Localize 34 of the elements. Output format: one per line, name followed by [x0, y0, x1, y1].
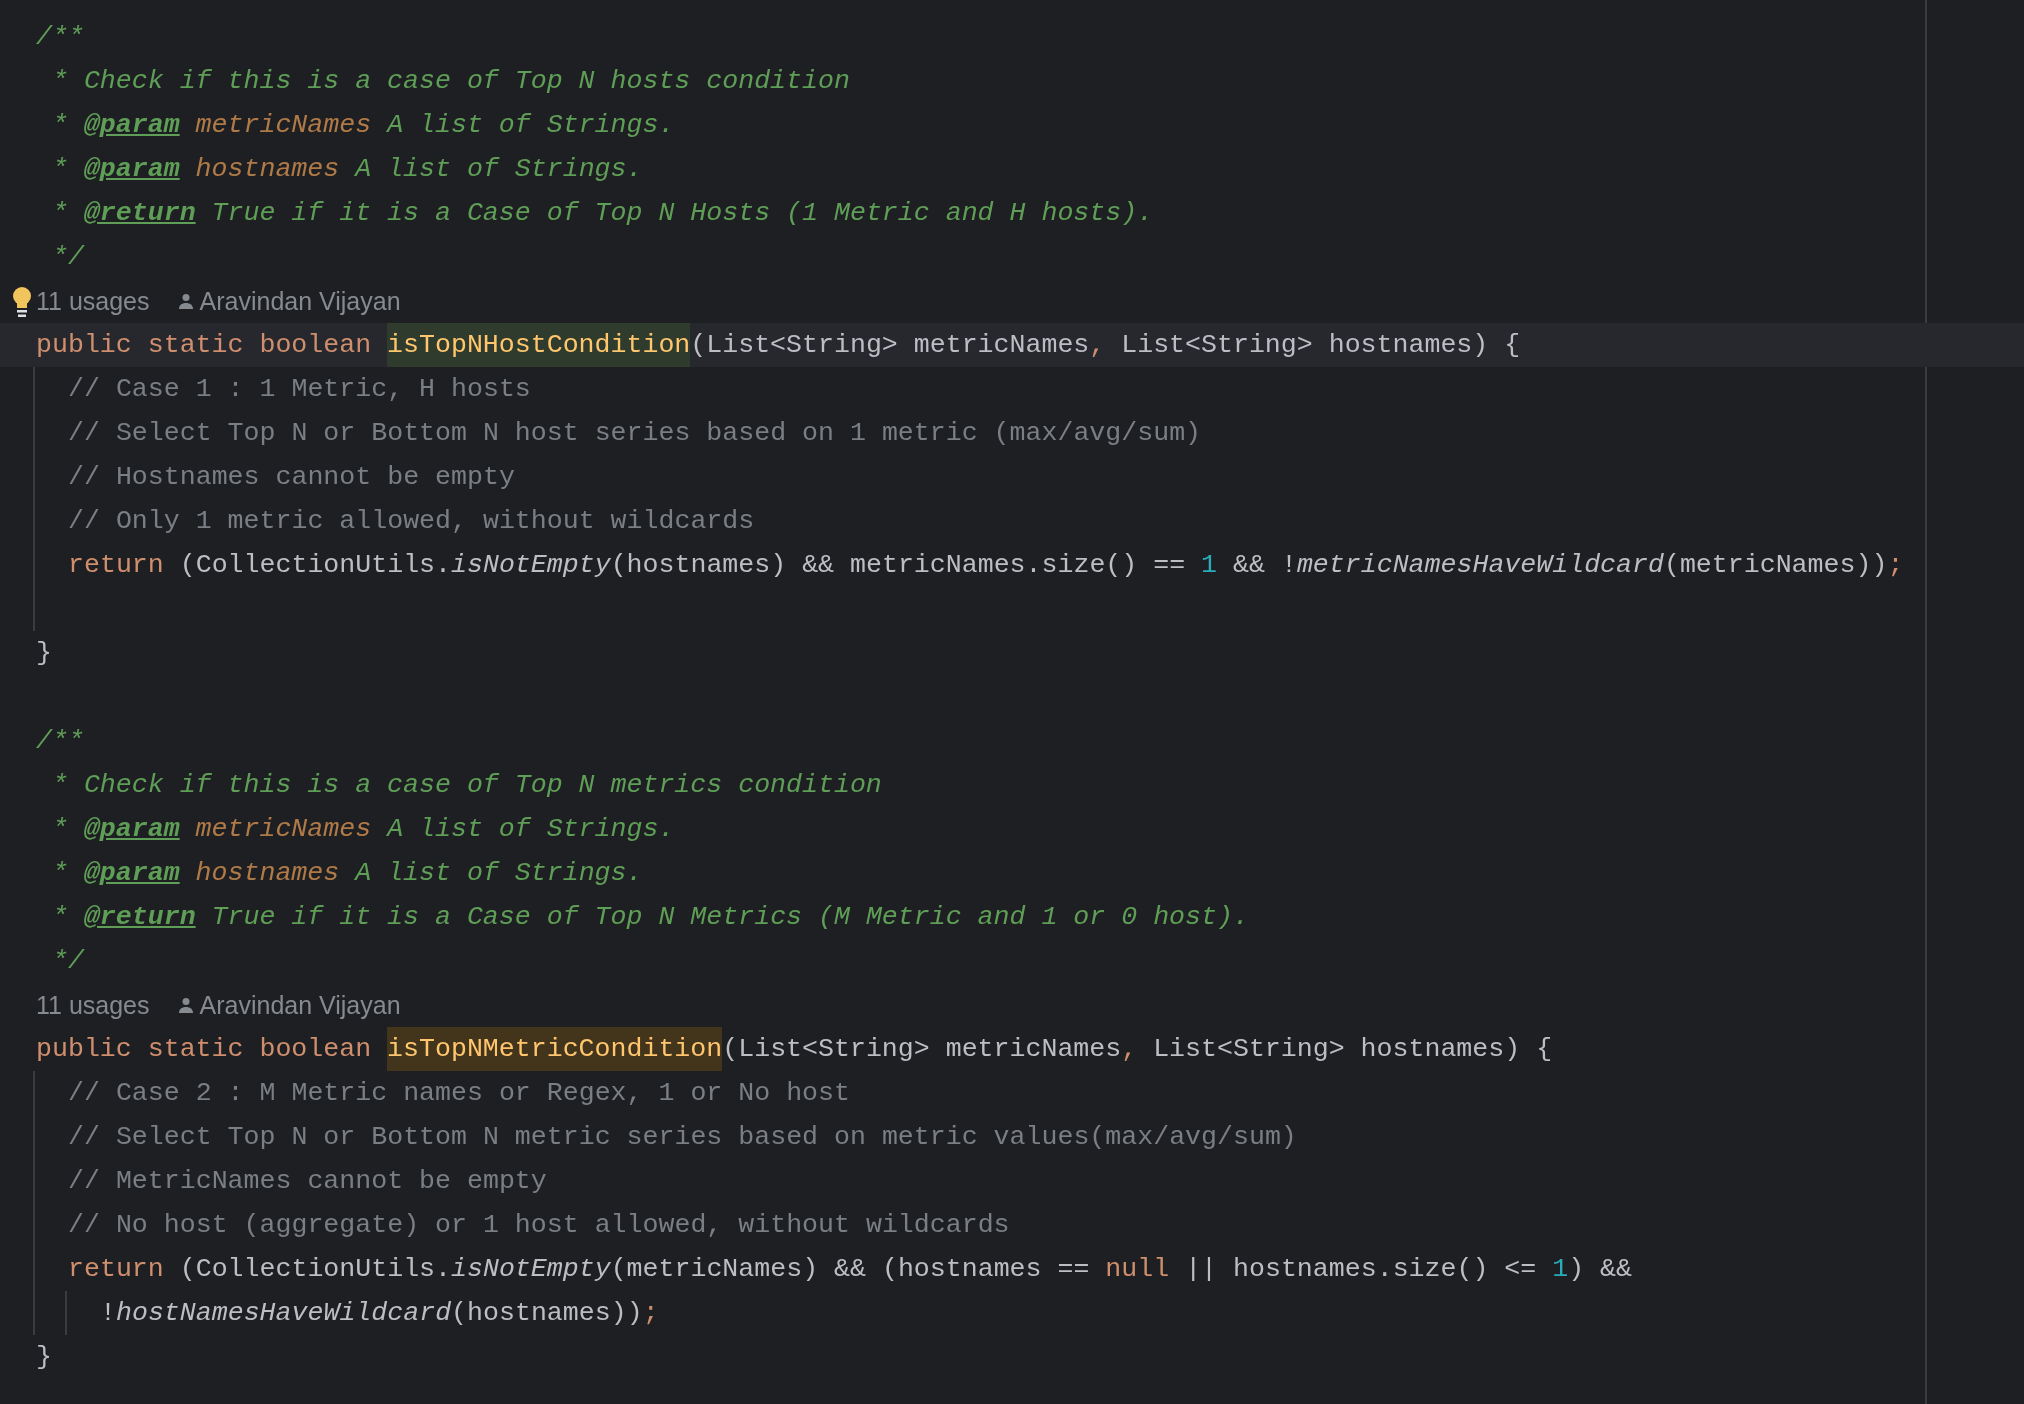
person-icon [177, 997, 194, 1013]
author-name: Aravindan Vijayan [199, 990, 401, 1020]
code-comment: * @param metricNames A list of Strings. [50, 109, 675, 142]
code-line: } [36, 637, 52, 670]
code-comment: // Only 1 metric allowed, without wildcards [68, 505, 755, 538]
code-line: } [36, 1341, 52, 1374]
code-line: return (CollectionUtils.isNotEmpty(metricNames) && (hostnames == null || hostnames.size() <= 1) && [68, 1253, 1633, 1286]
code-comment: * Check if this is a case of Top N hosts condition [50, 65, 850, 98]
code-comment: // Select Top N or Bottom N metric series based on metric values(max/avg/sum) [68, 1121, 1297, 1154]
code-comment: // Case 2 : M Metric names or Regex, 1 or No host [68, 1077, 850, 1110]
code-comment: */ [50, 945, 84, 978]
lightbulb-icon[interactable] [11, 286, 33, 318]
code-comment: * @return True if it is a Case of Top N Metrics (M Metric and 1 or 0 host). [50, 901, 1249, 934]
person-icon [177, 293, 194, 309]
code-comment: * @param hostnames A list of Strings. [50, 857, 643, 890]
usage-count[interactable]: 11 usages [36, 990, 150, 1020]
code-comment: * Check if this is a case of Top N metrics condition [50, 769, 882, 802]
code-comment: /** [36, 725, 84, 758]
code-comment: // Select Top N or Bottom N host series based on 1 metric (max/avg/sum) [68, 417, 1202, 450]
code-comment: // Case 1 : 1 Metric, H hosts [68, 373, 531, 406]
code-line: return (CollectionUtils.isNotEmpty(hostnames) && metricNames.size() == 1 && !metricNamesHaveWildcard(metricNames)); [68, 549, 1904, 582]
code-line: public static boolean isTopNHostCondition(List<String> metricNames, List<String> hostnames) { [36, 323, 1521, 367]
code-comment: // No host (aggregate) or 1 host allowed, without wildcards [68, 1209, 1010, 1242]
code-comment: /** [36, 21, 84, 54]
code-line: public static boolean isTopNMetricCondition(List<String> metricNames, List<String> hostnames) { [36, 1027, 1553, 1071]
code-comment: * @param hostnames A list of Strings. [50, 153, 643, 186]
code-line: !hostNamesHaveWildcard(hostnames)); [100, 1297, 659, 1330]
code-comment: // Hostnames cannot be empty [68, 461, 515, 494]
code-comment: // MetricNames cannot be empty [68, 1165, 547, 1198]
code-comment: */ [50, 241, 84, 274]
code-comment: * @return True if it is a Case of Top N Hosts (1 Metric and H hosts). [50, 197, 1154, 230]
usage-count[interactable]: 11 usages [36, 286, 150, 316]
author-name: Aravindan Vijayan [199, 286, 401, 316]
code-comment: * @param metricNames A list of Strings. [50, 813, 675, 846]
